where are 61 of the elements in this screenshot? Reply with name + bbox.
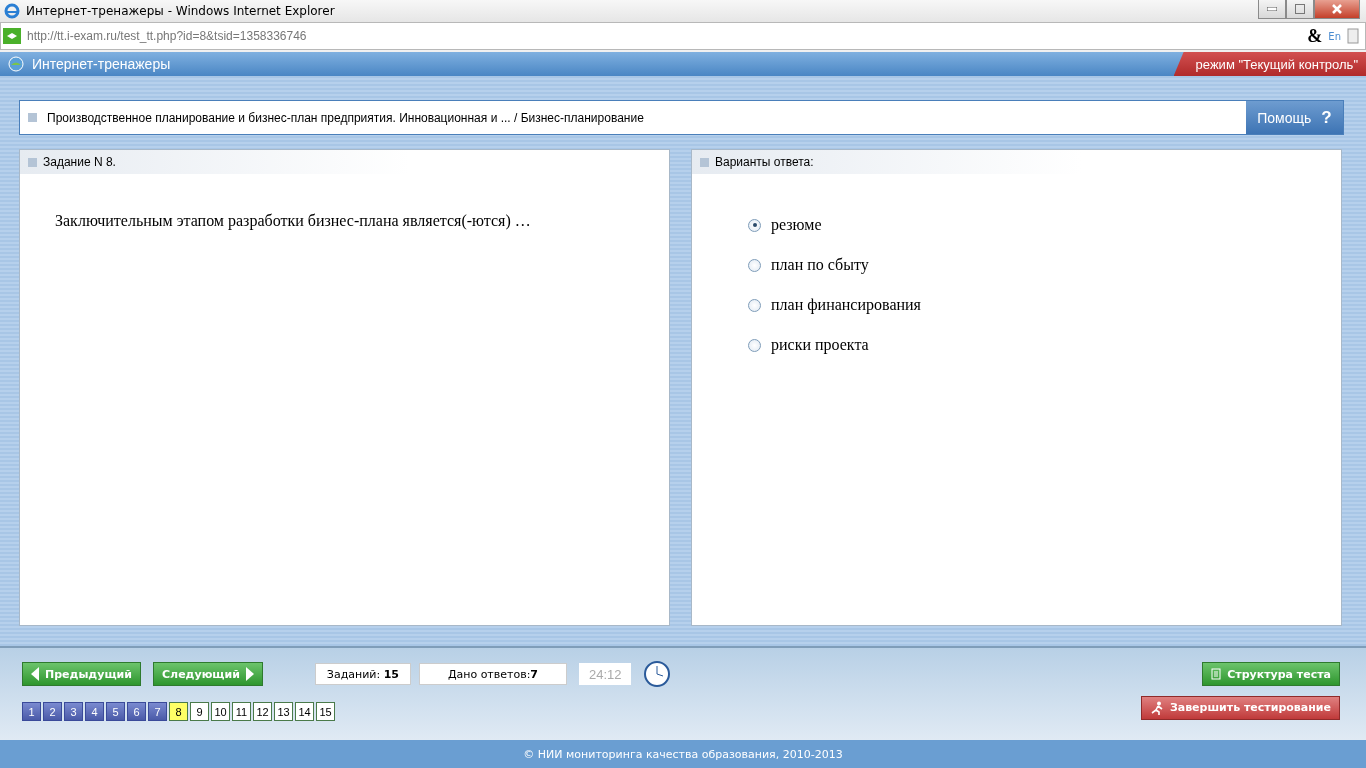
page-number-button[interactable]: 13 bbox=[274, 702, 293, 721]
mode-banner: режим "Текущий контроль" bbox=[1173, 52, 1366, 76]
structure-button[interactable]: Структура теста bbox=[1202, 662, 1340, 686]
page-number-button[interactable]: 14 bbox=[295, 702, 314, 721]
question-text: Заключительным этапом разработки бизнес-плана является(-ются) … bbox=[55, 212, 532, 230]
panel-heading: Задание N 8. bbox=[43, 155, 116, 169]
language-indicator[interactable]: En bbox=[1328, 30, 1341, 42]
maximize-button[interactable] bbox=[1286, 0, 1314, 19]
page-icon bbox=[1347, 28, 1359, 44]
minimize-button[interactable] bbox=[1258, 0, 1286, 19]
page-number-button[interactable]: 7 bbox=[148, 702, 167, 721]
page-number-button[interactable]: 3 bbox=[64, 702, 83, 721]
bullet-icon bbox=[28, 113, 37, 122]
app-title: Интернет-тренажеры bbox=[32, 56, 172, 72]
tasks-counter: Заданий: 15 bbox=[314, 663, 411, 685]
address-bar[interactable]: http://tt.i-exam.ru/test_tt.php?id=8&tsid=1358336746 & En bbox=[0, 22, 1366, 50]
clock-icon bbox=[643, 660, 672, 688]
radio-button[interactable] bbox=[748, 218, 761, 232]
radio-button[interactable] bbox=[748, 338, 761, 352]
document-icon bbox=[1211, 668, 1222, 680]
ampersand-text: & bbox=[1307, 25, 1323, 47]
url-text: http://tt.i-exam.ru/test_tt.php?id=8&tsid=1358336746 bbox=[27, 29, 308, 43]
page-number-button[interactable]: 11 bbox=[232, 702, 251, 721]
page-number-button[interactable]: 8 bbox=[169, 702, 188, 721]
answer-option: план по сбыту bbox=[771, 256, 869, 274]
minimize-icon bbox=[1267, 7, 1277, 11]
close-button[interactable] bbox=[1314, 0, 1360, 19]
page-number-button[interactable]: 15 bbox=[316, 702, 335, 721]
answer-option: план финансирования bbox=[771, 296, 921, 314]
left-arrow-icon bbox=[31, 667, 39, 681]
site-icon bbox=[3, 28, 21, 44]
copyright-text: © НИИ мониторинга качества образования, 2010-2013 bbox=[523, 747, 843, 761]
answer-option: риски проекта bbox=[771, 336, 869, 354]
page-number-button[interactable]: 9 bbox=[190, 702, 209, 721]
timer-text: 24:12 bbox=[578, 663, 632, 685]
radio-button[interactable] bbox=[748, 298, 761, 312]
finish-button[interactable]: Завершить тестирование bbox=[1140, 695, 1340, 720]
page-number-button[interactable]: 2 bbox=[43, 702, 62, 721]
running-person-icon bbox=[1149, 700, 1164, 715]
breadcrumb-text: Производственное планирование и бизнес-план предприятия. Инновационная и ... / Бизнес-планирование bbox=[47, 110, 644, 125]
browser-logo-icon bbox=[4, 3, 20, 19]
close-icon bbox=[1332, 4, 1342, 14]
window-title: Интернет-тренажеры - Windows Internet Explorer bbox=[26, 4, 335, 18]
globe-icon bbox=[8, 56, 24, 72]
next-button[interactable]: Следующий bbox=[153, 662, 263, 686]
answered-counter: Дано ответов:7 bbox=[418, 663, 567, 685]
help-button[interactable]: Помощь ? bbox=[1246, 101, 1343, 134]
restore-icon bbox=[1295, 4, 1305, 14]
bullet-icon bbox=[700, 157, 709, 167]
page-number-button[interactable]: 6 bbox=[127, 702, 146, 721]
bullet-icon bbox=[28, 157, 37, 167]
right-arrow-icon bbox=[245, 667, 254, 681]
radio-button[interactable] bbox=[748, 258, 761, 272]
page-number-button[interactable]: 10 bbox=[211, 702, 230, 721]
page-number-button[interactable]: 12 bbox=[253, 702, 272, 721]
page-number-button[interactable]: 5 bbox=[106, 702, 125, 721]
previous-button[interactable]: Предыдущий bbox=[22, 662, 141, 686]
answer-option: резюме bbox=[771, 216, 822, 234]
panel-heading: Варианты ответа: bbox=[715, 155, 814, 169]
page-number-button[interactable]: 1 bbox=[22, 702, 41, 721]
page-number-button[interactable]: 4 bbox=[85, 702, 104, 721]
